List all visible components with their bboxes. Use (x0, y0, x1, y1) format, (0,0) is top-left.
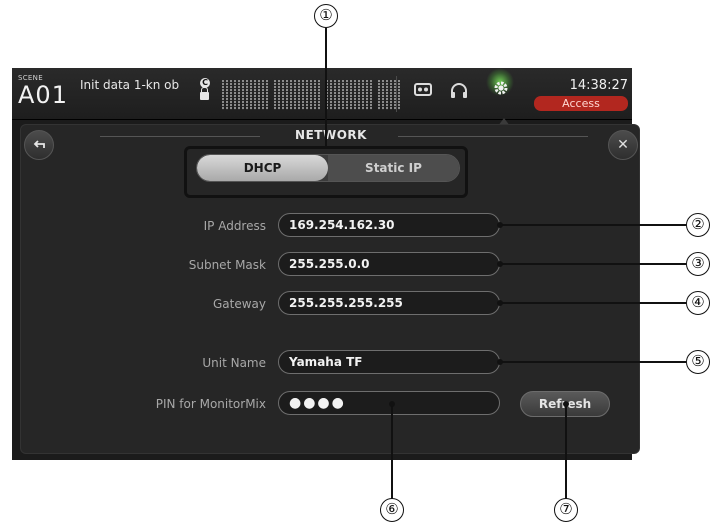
meter-bar (274, 80, 276, 110)
meter-group (222, 78, 268, 110)
meter-bar (298, 80, 300, 110)
meter-bar (278, 80, 280, 110)
back-arrow-icon (33, 140, 45, 148)
meter-bar (234, 80, 236, 110)
meter-bar (286, 80, 288, 110)
meter-bar (266, 80, 268, 110)
meter-bar (306, 80, 308, 110)
gear-icon[interactable] (492, 79, 510, 101)
meter-bar (254, 80, 256, 110)
meter-bar (310, 80, 312, 110)
meter-bar (290, 80, 292, 110)
close-icon: ✕ (617, 137, 629, 153)
callout-2: ② (686, 213, 710, 237)
subnet-mask-field[interactable]: 255.255.0.0 (278, 252, 500, 276)
ip-address-label: IP Address (203, 219, 266, 233)
meter-bar (258, 80, 260, 110)
callout-3: ③ (686, 252, 710, 276)
meter-bar (318, 80, 320, 110)
meter-bar (282, 80, 284, 110)
meter-bar (222, 80, 224, 110)
meter-bar (338, 80, 340, 110)
meter-bar (294, 80, 296, 110)
meter-bar (230, 80, 232, 110)
scene-number[interactable]: A01 (18, 81, 68, 109)
meter-bar (350, 80, 352, 110)
meter-bar (382, 80, 384, 110)
back-button[interactable] (24, 130, 54, 160)
meter-bar (330, 80, 332, 110)
unit-name-field[interactable]: Yamaha TF (278, 350, 500, 374)
recorder-icon[interactable] (414, 82, 432, 102)
refresh-button[interactable]: Refresh (520, 391, 610, 417)
headphones-icon[interactable] (450, 82, 468, 104)
meter-bar (358, 80, 360, 110)
close-button[interactable]: ✕ (608, 130, 638, 160)
callout-6: ⑥ (380, 498, 404, 522)
meter-bar (226, 80, 228, 110)
meter-bar (302, 80, 304, 110)
gateway-label: Gateway (212, 297, 266, 311)
unit-name-label: Unit Name (202, 356, 266, 370)
pin-field[interactable]: ●●●● (278, 391, 500, 415)
meter-group (326, 78, 372, 110)
meter-bar (346, 80, 348, 110)
title-rule-right (398, 136, 588, 137)
access-button[interactable]: Access (534, 96, 628, 111)
meter-bar (370, 80, 372, 110)
meter-bar (362, 80, 364, 110)
dialog-title: NETWORK (295, 128, 367, 142)
meter-bar (354, 80, 356, 110)
callout-5: ⑤ (686, 350, 710, 374)
gateway-field[interactable]: 255.255.255.255 (278, 291, 500, 315)
clock: 14:38:27 (569, 78, 628, 93)
meter-bar (326, 80, 328, 110)
subnet-mask-label: Subnet Mask (188, 258, 266, 272)
meter-bar (386, 80, 388, 110)
lock-icon (200, 87, 209, 100)
callout-4: ④ (686, 291, 710, 315)
meter-bar (378, 80, 380, 110)
meter-group (274, 78, 320, 110)
meter-bar (398, 80, 400, 110)
ip-address-field[interactable]: 169.254.162.30 (278, 213, 500, 237)
meter-bar (238, 80, 240, 110)
meter-bar (390, 80, 392, 110)
title-rule-left (100, 136, 260, 137)
level-meters[interactable] (222, 78, 400, 110)
meter-bar (246, 80, 248, 110)
scene-title[interactable]: Init data 1-kn ob (80, 79, 190, 91)
status-bar: SCENE A01 Init data 1-kn ob C 14:38:27 A… (12, 68, 632, 120)
callout-box (184, 146, 468, 198)
pin-label: PIN for MonitorMix (155, 397, 266, 411)
meter-bar (242, 80, 244, 110)
meter-bar (334, 80, 336, 110)
scene-status-icons: C (200, 78, 212, 100)
meter-bar (314, 80, 316, 110)
meter-bar (342, 80, 344, 110)
meter-bar (366, 80, 368, 110)
callout-1: ① (314, 4, 338, 28)
meter-bar (262, 80, 264, 110)
callout-7: ⑦ (554, 498, 578, 522)
meter-bar (250, 80, 252, 110)
divider (396, 76, 397, 112)
